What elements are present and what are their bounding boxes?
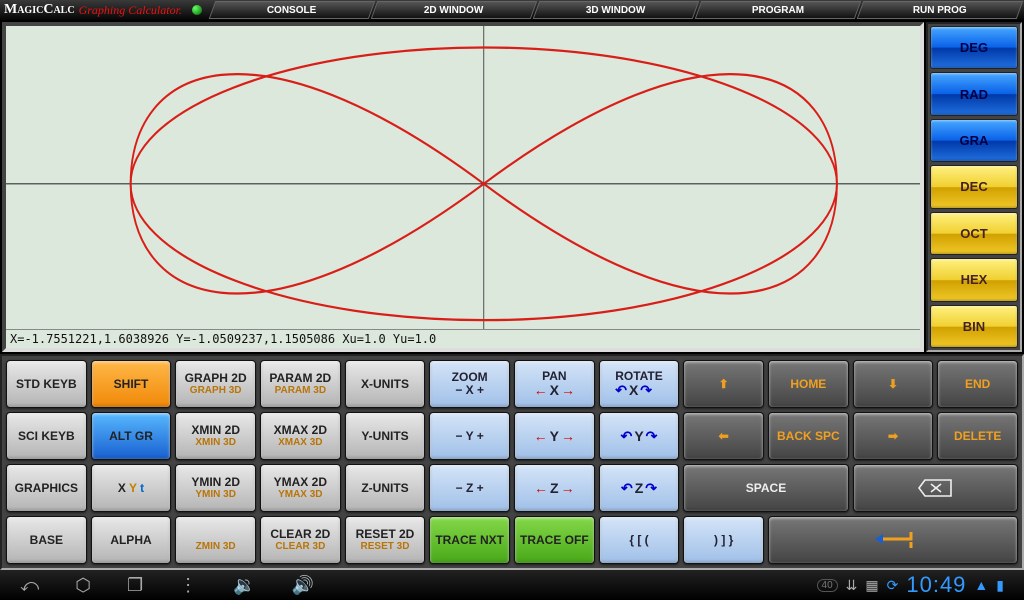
apps-icon: ▦ [865, 577, 878, 594]
shift-button[interactable]: SHIFT [91, 360, 172, 408]
keyboard: STD KEYB SHIFT GRAPH 2DGRAPH 3D PARAM 2D… [0, 354, 1024, 570]
clear2d-button[interactable]: CLEAR 2DCLEAR 3D [260, 516, 341, 564]
space-button[interactable]: SPACE [683, 464, 848, 512]
rad-button[interactable]: RAD [930, 72, 1018, 115]
xmin2d-button[interactable]: XMIN 2DXMIN 3D [175, 412, 256, 460]
titlebar: MagicCalc Graphing Calculator. CONSOLE 2… [0, 0, 1024, 20]
backspace-icon [917, 478, 953, 498]
pan-x-button[interactable]: PAN← X → [514, 360, 595, 408]
reset2d-button[interactable]: RESET 2DRESET 3D [345, 516, 426, 564]
right-arrow-button[interactable]: ➡ [853, 412, 934, 460]
hex-button[interactable]: HEX [930, 258, 1018, 301]
altgr-button[interactable]: ALT GR [91, 412, 172, 460]
status-led-icon [192, 5, 202, 15]
bin-button[interactable]: BIN [930, 305, 1018, 348]
down-arrow-button[interactable]: ⬇ [853, 360, 934, 408]
rotate-x-button[interactable]: ROTATE↶ X ↷ [599, 360, 680, 408]
back-icon[interactable]: ⤺ [20, 575, 39, 596]
vol-down-icon[interactable]: 🔉 [233, 575, 255, 596]
backspace-icon-button[interactable] [853, 464, 1018, 512]
rotate-y-button[interactable]: ↶ Y ↷ [599, 412, 680, 460]
y-units-button[interactable]: Y-UNITS [345, 412, 426, 460]
tab-program[interactable]: PROGRAM [695, 1, 862, 19]
brackets-open-button[interactable]: { [ ( [599, 516, 680, 564]
plot-coordinates: X=-1.7551221,1.6038926 Y=-1.0509237,1.15… [6, 329, 920, 348]
alpha-button[interactable]: ALPHA [91, 516, 172, 564]
trace-off-button[interactable]: TRACE OFF [514, 516, 595, 564]
deg-button[interactable]: DEG [930, 26, 1018, 69]
download-icon: ⇊ [846, 577, 858, 594]
dec-button[interactable]: DEC [930, 165, 1018, 208]
ymax2d-button[interactable]: YMAX 2DYMAX 3D [260, 464, 341, 512]
param2d-button[interactable]: PARAM 2DPARAM 3D [260, 360, 341, 408]
oct-button[interactable]: OCT [930, 212, 1018, 255]
sync-icon: ⟳ [887, 577, 899, 594]
zmin3d-button[interactable]: ZMIN 3D [175, 516, 256, 564]
app-name: MagicCalc [4, 2, 75, 18]
app-subtitle: Graphing Calculator. [79, 3, 182, 18]
zoom-x-button[interactable]: ZOOM− X + [429, 360, 510, 408]
gra-button[interactable]: GRA [930, 119, 1018, 162]
graph2d-button[interactable]: GRAPH 2DGRAPH 3D [175, 360, 256, 408]
wifi-icon: ▲ [974, 577, 988, 593]
home-icon[interactable]: ⬡ [75, 575, 91, 596]
plot-panel[interactable]: X=-1.7551221,1.6038926 Y=-1.0509237,1.15… [2, 22, 924, 352]
left-arrow-button[interactable]: ⬅ [683, 412, 764, 460]
ymin2d-button[interactable]: YMIN 2DYMIN 3D [175, 464, 256, 512]
plot-svg [6, 26, 920, 329]
enter-button[interactable] [768, 516, 1018, 564]
zoom-z-button[interactable]: − Z + [429, 464, 510, 512]
tab-2d-window[interactable]: 2D WINDOW [371, 1, 538, 19]
battery-icon: ▮ [996, 577, 1004, 594]
pan-y-button[interactable]: ← Y → [514, 412, 595, 460]
side-panel: DEG RAD GRA DEC OCT HEX BIN [926, 22, 1022, 352]
up-arrow-button[interactable]: ⬆ [683, 360, 764, 408]
tab-3d-window[interactable]: 3D WINDOW [533, 1, 700, 19]
sci-keyb-button[interactable]: SCI KEYB [6, 412, 87, 460]
xmax2d-button[interactable]: XMAX 2DXMAX 3D [260, 412, 341, 460]
end-button[interactable]: END [937, 360, 1018, 408]
backspc-button[interactable]: BACK SPC [768, 412, 849, 460]
x-units-button[interactable]: X-UNITS [345, 360, 426, 408]
trace-nxt-button[interactable]: TRACE NXT [429, 516, 510, 564]
std-keyb-button[interactable]: STD KEYB [6, 360, 87, 408]
page-indicator: 40 [817, 579, 838, 592]
rotate-z-button[interactable]: ↶ Z ↷ [599, 464, 680, 512]
enter-icon [871, 530, 915, 550]
clock: 10:49 [906, 572, 966, 598]
tab-console[interactable]: CONSOLE [209, 1, 376, 19]
graphics-button[interactable]: GRAPHICS [6, 464, 87, 512]
plot-area[interactable] [6, 26, 920, 329]
base-button[interactable]: BASE [6, 516, 87, 564]
brackets-close-button[interactable]: ) ] } [683, 516, 764, 564]
tab-run-prog[interactable]: RUN PROG [857, 1, 1024, 19]
zoom-y-button[interactable]: − Y + [429, 412, 510, 460]
home-button[interactable]: HOME [768, 360, 849, 408]
pan-z-button[interactable]: ← Z → [514, 464, 595, 512]
tab-row: CONSOLE 2D WINDOW 3D WINDOW PROGRAM RUN … [212, 1, 1020, 19]
z-units-button[interactable]: Z-UNITS [345, 464, 426, 512]
xyt-button[interactable]: X Y t [91, 464, 172, 512]
vol-up-icon[interactable]: 🔊 [292, 575, 314, 596]
android-nav-bar: ⤺ ⬡ ❐ ⋮ 🔉 🔊 40 ⇊ ▦ ⟳ 10:49 ▲ ▮ [0, 570, 1024, 600]
menu-icon[interactable]: ⋮ [179, 575, 197, 596]
recents-icon[interactable]: ❐ [127, 575, 143, 596]
delete-button[interactable]: DELETE [937, 412, 1018, 460]
